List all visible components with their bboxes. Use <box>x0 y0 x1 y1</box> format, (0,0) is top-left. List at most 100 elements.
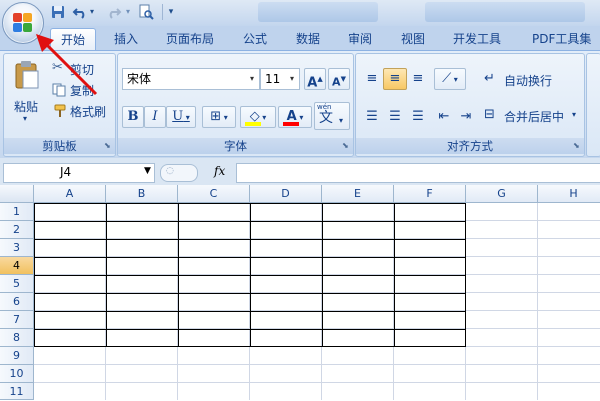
grow-font-label: A <box>307 75 318 91</box>
borders-dropdown-icon: ▾ <box>221 113 228 122</box>
row-header-5[interactable]: 5 <box>0 275 34 293</box>
save-icon[interactable] <box>50 4 66 20</box>
undo-icon[interactable] <box>72 4 88 20</box>
grow-font-button[interactable]: A▲ <box>304 68 326 90</box>
tab-view[interactable]: 视图 <box>399 28 427 50</box>
row-header-10[interactable]: 10 <box>0 365 34 383</box>
tab-developer[interactable]: 开发工具 <box>451 28 503 50</box>
column-header-g[interactable]: G <box>466 185 538 203</box>
row-header-6[interactable]: 6 <box>0 293 34 311</box>
align-left-button[interactable]: ☰ <box>360 106 384 128</box>
align-top-icon: ≡ <box>366 71 378 86</box>
align-center-icon: ☰ <box>389 109 401 124</box>
number-group-partial <box>586 53 600 157</box>
row-header-11[interactable]: 11 <box>0 383 34 400</box>
align-right-button[interactable]: ☰ <box>406 106 430 128</box>
font-color-swatch <box>283 122 299 126</box>
orientation-dropdown-icon: ▾ <box>451 75 458 84</box>
format-painter-icon <box>54 104 66 117</box>
borders-button[interactable]: ⊞ ▾ <box>202 106 236 128</box>
column-header-h[interactable]: H <box>538 185 600 203</box>
blurred-title-segment-2 <box>425 2 585 22</box>
font-name-combo[interactable]: 宋体 ▾ <box>122 68 260 90</box>
row-header-3[interactable]: 3 <box>0 239 34 257</box>
column-header-d[interactable]: D <box>250 185 322 203</box>
formula-input[interactable] <box>236 163 600 183</box>
align-top-button[interactable]: ≡ <box>360 68 384 90</box>
tab-pdf-tools[interactable]: PDF工具集 <box>530 28 593 50</box>
font-name-dropdown-icon[interactable]: ▾ <box>247 69 257 89</box>
merge-dropdown-icon[interactable]: ▾ <box>572 110 576 119</box>
merge-center-label: 合并后居中 <box>504 110 565 124</box>
font-group-label: 字体 <box>118 138 353 154</box>
paste-dropdown-icon: ▾ <box>23 114 28 123</box>
increase-indent-button[interactable]: ⇥ <box>454 106 478 128</box>
row-header-7[interactable]: 7 <box>0 311 34 329</box>
phonetic-char-label: 文 <box>319 110 333 126</box>
shrink-font-icon: ▼ <box>340 75 346 83</box>
font-size-value: 11 <box>265 72 281 86</box>
align-right-icon: ☰ <box>412 109 424 124</box>
bordered-table-range[interactable] <box>34 203 466 347</box>
alignment-group: ≡ ≡ ≡ ⟋ ▾ ☰ ☰ ☰ ⇤ ⇥ ↵ 自动换行 ⊟ 合并后居中 ▾ 对齐方… <box>355 53 585 157</box>
table-border <box>394 204 395 346</box>
decrease-indent-button[interactable]: ⇤ <box>432 106 456 128</box>
align-middle-icon: ≡ <box>389 71 401 86</box>
name-box-value: J4 <box>60 165 72 179</box>
shrink-font-button[interactable]: A▼ <box>328 68 350 90</box>
tab-page-layout[interactable]: 页面布局 <box>164 28 216 50</box>
tab-insert[interactable]: 插入 <box>112 28 140 50</box>
bold-label: B <box>127 109 139 124</box>
tab-formulas[interactable]: 公式 <box>241 28 269 50</box>
bold-button[interactable]: B <box>122 106 144 128</box>
align-middle-button[interactable]: ≡ <box>383 68 407 90</box>
row-header-2[interactable]: 2 <box>0 221 34 239</box>
insert-function-button[interactable]: fx <box>214 164 225 178</box>
align-center-button[interactable]: ☰ <box>383 106 407 128</box>
align-left-icon: ☰ <box>366 109 378 124</box>
underline-label: U <box>172 109 184 124</box>
align-bottom-button[interactable]: ≡ <box>406 68 430 90</box>
row-header-1[interactable]: 1 <box>0 203 34 221</box>
annotation-arrow <box>36 34 98 96</box>
tab-data[interactable]: 数据 <box>294 28 322 50</box>
font-size-dropdown-icon[interactable]: ▾ <box>287 69 297 89</box>
clipboard-launcher-icon[interactable]: ⬊ <box>104 142 112 150</box>
column-header-f[interactable]: F <box>394 185 466 203</box>
underline-dropdown-icon: ▾ <box>183 113 190 122</box>
phonetic-guide-button[interactable]: wén 文 ▾ <box>314 102 350 130</box>
merge-center-button[interactable]: ⊟ 合并后居中 ▾ <box>484 106 580 126</box>
wrap-text-icon: ↵ <box>484 71 495 86</box>
column-header-e[interactable]: E <box>322 185 394 203</box>
print-preview-icon[interactable] <box>138 4 154 20</box>
row-header-4[interactable]: 4 <box>0 257 34 275</box>
redo-dropdown-icon[interactable]: ▾ <box>124 4 132 20</box>
redo-icon[interactable] <box>106 4 122 20</box>
gridline <box>34 382 600 383</box>
grow-font-icon: ▲ <box>317 75 323 83</box>
column-header-a[interactable]: A <box>34 185 106 203</box>
undo-dropdown-icon[interactable]: ▾ <box>88 4 96 20</box>
italic-button[interactable]: I <box>144 106 166 128</box>
alignment-group-label: 对齐方式 <box>356 138 584 154</box>
alignment-launcher-icon[interactable]: ⬊ <box>573 142 581 150</box>
row-header-9[interactable]: 9 <box>0 347 34 365</box>
font-size-combo[interactable]: 11 ▾ <box>260 68 300 90</box>
tab-review[interactable]: 审阅 <box>346 28 374 50</box>
orientation-button[interactable]: ⟋ ▾ <box>434 68 466 90</box>
underline-button[interactable]: U ▾ <box>166 106 196 128</box>
fill-color-button[interactable]: ◇ ▾ <box>240 106 276 128</box>
column-header-c[interactable]: C <box>178 185 250 203</box>
wrap-text-label: 自动换行 <box>504 74 553 88</box>
name-box[interactable]: J4 ▼ <box>3 163 155 183</box>
font-launcher-icon[interactable]: ⬊ <box>342 142 350 150</box>
font-color-button[interactable]: A ▾ <box>278 106 312 128</box>
customize-qat-icon[interactable]: ▾ <box>166 4 176 20</box>
wrap-text-button[interactable]: ↵ 自动换行 <box>484 70 580 90</box>
name-box-dropdown-icon[interactable]: ▼ <box>144 166 151 176</box>
select-all-corner[interactable] <box>0 185 34 203</box>
row-header-8[interactable]: 8 <box>0 329 34 347</box>
table-border <box>178 204 179 346</box>
gridline <box>537 203 538 400</box>
column-header-b[interactable]: B <box>106 185 178 203</box>
